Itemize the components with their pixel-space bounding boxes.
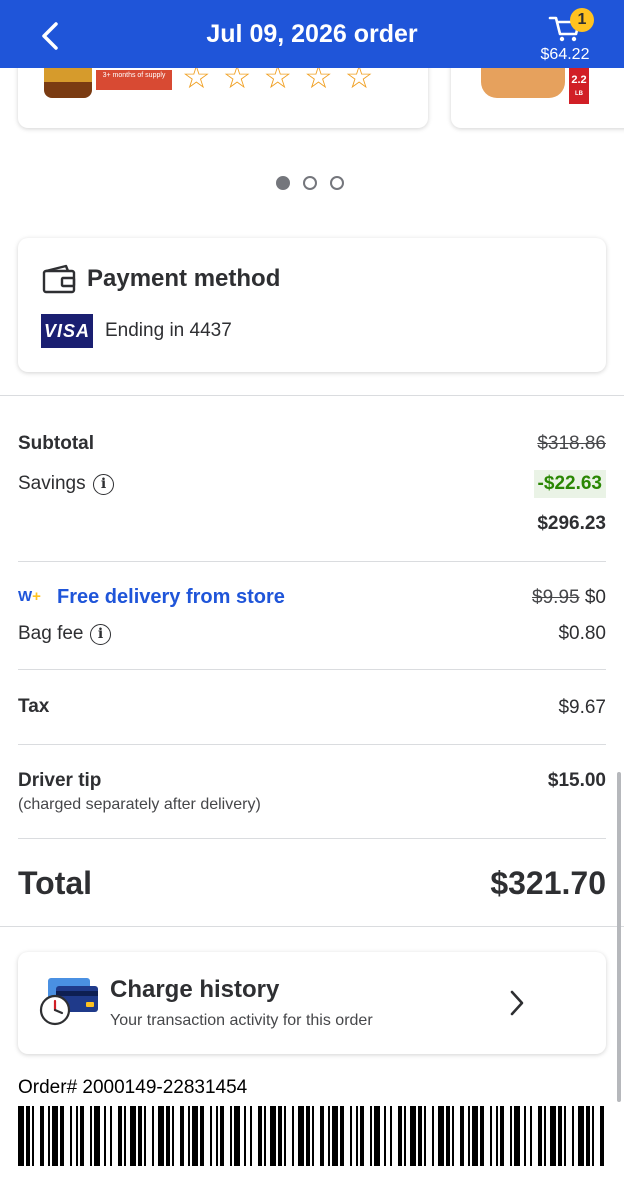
cart-total: $64.22	[540, 46, 590, 63]
pagination-dot[interactable]	[276, 176, 290, 190]
divider	[18, 838, 606, 839]
wallet-icon	[42, 264, 76, 294]
cart-count-badge: 1	[570, 8, 594, 32]
bag-fee-value: $0.80	[558, 623, 606, 644]
savings-value: -$22.63	[533, 470, 606, 498]
driver-tip-note: (charged separately after delivery)	[18, 796, 261, 813]
charge-history-icon	[39, 978, 98, 1026]
divider	[18, 669, 606, 670]
total-value: $321.70	[490, 865, 606, 901]
scrollbar[interactable]	[617, 772, 621, 1102]
delivery-price-group: $9.95 $0	[532, 587, 606, 609]
pagination-dot[interactable]	[330, 176, 344, 190]
driver-tip-value: $15.00	[547, 770, 606, 791]
divider	[18, 561, 606, 562]
charge-history-title: Charge history	[110, 976, 280, 1003]
info-icon[interactable]: i	[93, 474, 114, 495]
walmart-plus-icon: W+	[18, 588, 41, 605]
payment-method-title: Payment method	[87, 265, 281, 292]
charge-history-subtitle: Your transaction activity for this order	[110, 1012, 373, 1029]
pagination-dot[interactable]	[303, 176, 317, 190]
page-title: Jul 09, 2026 order	[206, 20, 418, 48]
order-barcode	[18, 1106, 604, 1166]
product-image	[44, 66, 92, 98]
product-label: 3+ months of supply	[96, 70, 172, 90]
total-label: Total	[18, 865, 93, 901]
subtotal-final: $296.23	[537, 513, 606, 534]
info-icon[interactable]: i	[90, 624, 111, 645]
divider	[0, 395, 624, 396]
subtotal-original: $318.86	[537, 433, 606, 454]
bag-fee-label: Bag fee	[18, 623, 84, 644]
delivery-price: $0	[584, 587, 606, 608]
tax-label: Tax	[18, 696, 50, 717]
chevron-right-icon	[510, 990, 524, 1016]
payment-method-card: Payment method VISA Ending in 4437	[18, 238, 606, 372]
divider	[0, 926, 624, 927]
delivery-original-price: $9.95	[532, 587, 580, 608]
card-ending: Ending in 4437	[105, 320, 232, 341]
savings-label: Savings	[18, 473, 86, 494]
weight-tag: 2.2 LB	[569, 68, 589, 104]
order-number: Order# 2000149-22831454	[18, 1077, 248, 1098]
cart-button[interactable]: 1 $64.22	[536, 6, 596, 64]
visa-logo: VISA	[41, 314, 93, 348]
charge-history-card[interactable]: Charge history Your transaction activity…	[18, 952, 606, 1054]
subtotal-label: Subtotal	[18, 433, 94, 454]
app-header: Jul 09, 2026 order 1 $64.22	[0, 0, 624, 68]
driver-tip-label: Driver tip	[18, 770, 102, 791]
tax-value: $9.67	[558, 697, 606, 718]
weight-value: 2.2	[571, 74, 587, 86]
carousel-pagination	[276, 176, 344, 190]
divider	[18, 744, 606, 745]
free-delivery-label[interactable]: Free delivery from store	[57, 586, 285, 609]
weight-unit: LB	[575, 91, 583, 97]
